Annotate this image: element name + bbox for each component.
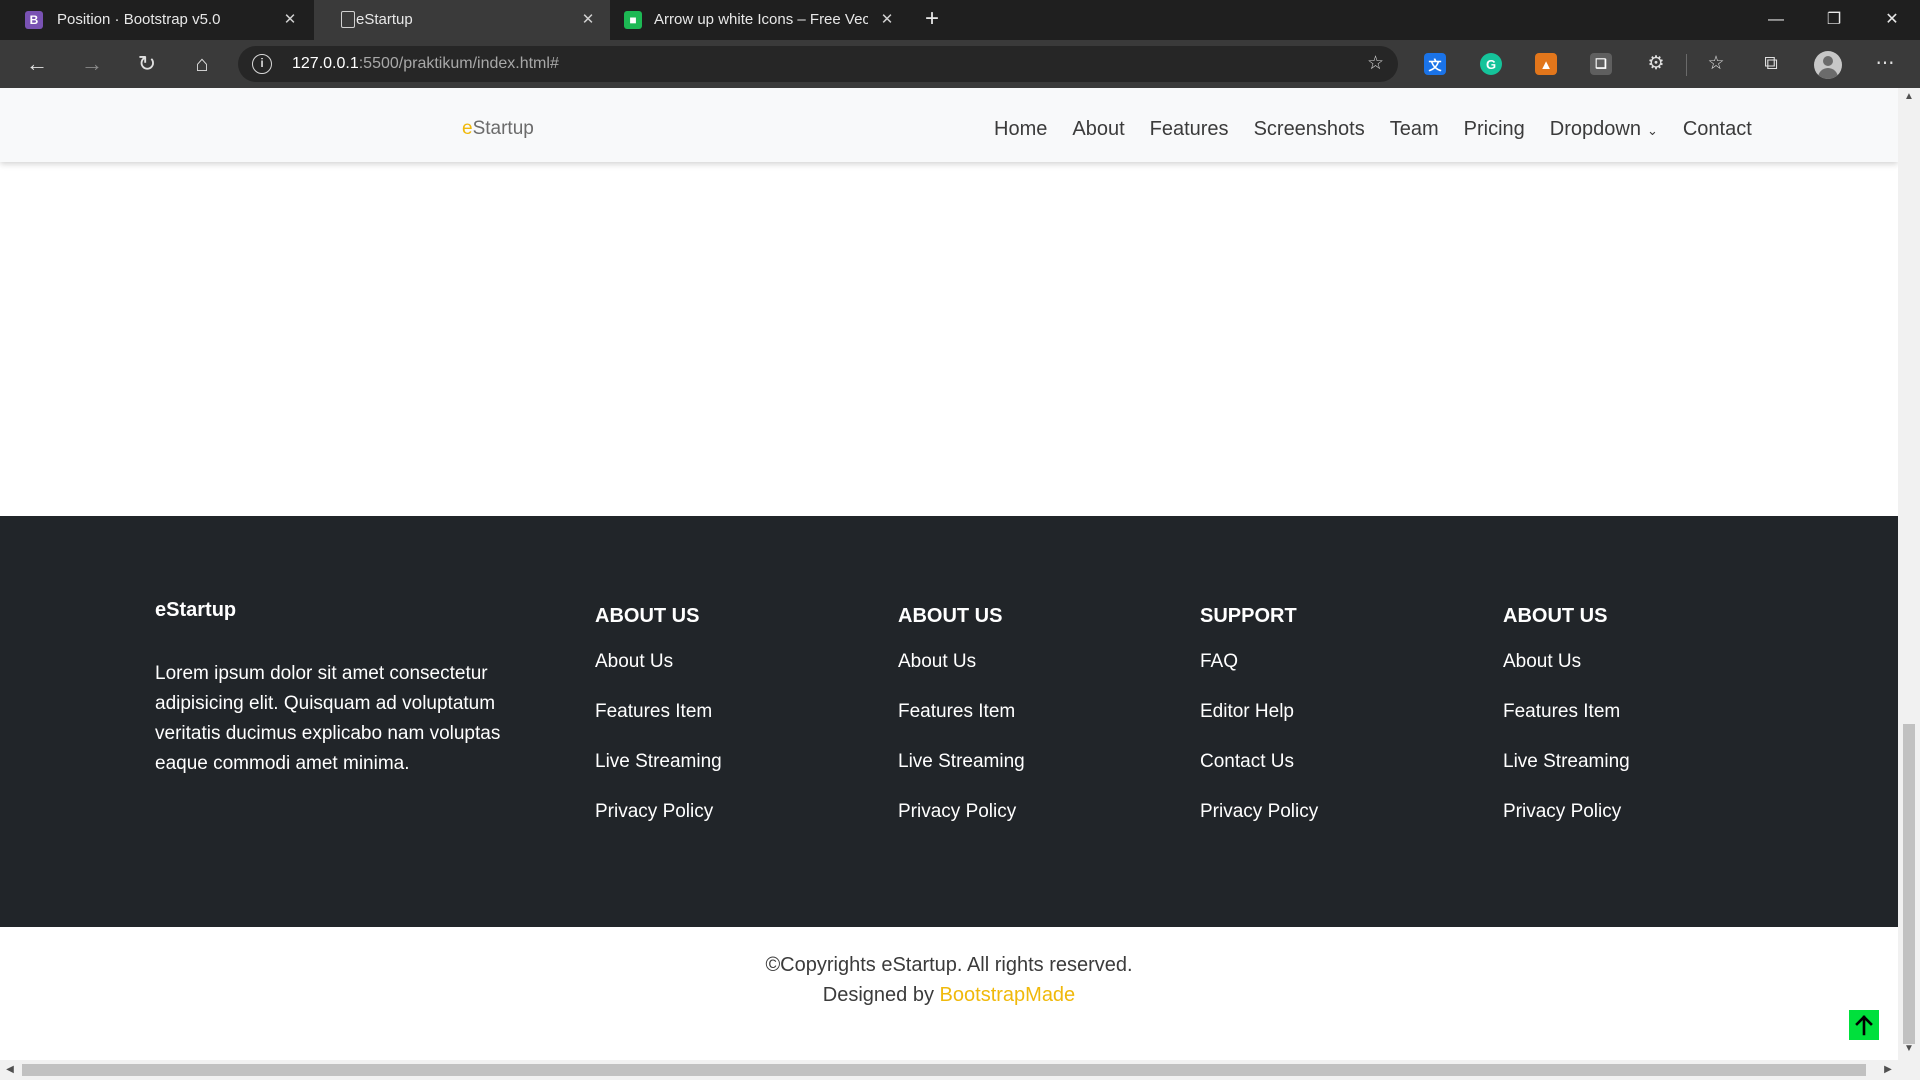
- metamask-icon[interactable]: ▲: [1535, 53, 1557, 75]
- footer-column: ABOUT US About Us Features Item Live Str…: [1503, 605, 1630, 851]
- close-window-icon[interactable]: ✕: [1864, 0, 1920, 40]
- refresh-icon[interactable]: ↻: [132, 50, 162, 78]
- url-text[interactable]: 127.0.0.1:5500/praktikum/index.html#: [292, 55, 559, 73]
- copyright: ©Copyrights eStartup. All rights reserve…: [0, 950, 1898, 1010]
- footer-description: Lorem ipsum dolor sit amet consectetur a…: [155, 663, 501, 774]
- site-logo[interactable]: eStartup: [462, 118, 534, 140]
- scroll-thumb-horizontal[interactable]: [22, 1064, 1866, 1076]
- more-menu-icon[interactable]: ⋯: [1870, 50, 1900, 78]
- copy-icon[interactable]: ❏: [1590, 53, 1612, 75]
- vertical-scrollbar[interactable]: ▲ ▼: [1898, 88, 1920, 1080]
- footer-column: ABOUT US About Us Features Item Live Str…: [595, 605, 722, 851]
- tab-title: eStartup: [356, 11, 413, 28]
- designed-by-label: Designed by: [822, 984, 940, 1006]
- footer-link[interactable]: Privacy Policy: [898, 801, 1025, 824]
- footer-link[interactable]: Live Streaming: [898, 751, 1025, 774]
- grammarly-icon[interactable]: G: [1480, 53, 1502, 75]
- footer-link[interactable]: About Us: [1503, 651, 1630, 674]
- footer-link[interactable]: Editor Help: [1200, 701, 1318, 724]
- logo-text: Startup: [472, 118, 534, 139]
- nav-features[interactable]: Features: [1150, 118, 1229, 141]
- address-bar[interactable]: i 127.0.0.1:5500/praktikum/index.html# ☆: [238, 46, 1398, 82]
- horizontal-scrollbar[interactable]: ◀ ▶: [0, 1060, 1898, 1080]
- nav-about[interactable]: About: [1072, 118, 1124, 141]
- url-host: 127.0.0.1: [292, 55, 359, 72]
- back-to-top-button[interactable]: [1849, 1010, 1879, 1040]
- footer-link[interactable]: Features Item: [1503, 701, 1630, 724]
- back-icon[interactable]: ←: [22, 50, 52, 78]
- forward-icon[interactable]: →: [77, 50, 107, 78]
- footer-link[interactable]: FAQ: [1200, 651, 1318, 674]
- scroll-right-icon[interactable]: ▶: [1878, 1060, 1898, 1080]
- footer-column: ABOUT US About Us Features Item Live Str…: [898, 605, 1025, 851]
- footer-heading: ABOUT US: [898, 605, 1003, 627]
- tab-bootstrap[interactable]: B Position · Bootstrap v5.0 ✕: [0, 0, 312, 40]
- footer-link[interactable]: Privacy Policy: [595, 801, 722, 824]
- favorites-icon[interactable]: ☆: [1701, 50, 1731, 78]
- bootstrap-favicon-icon: B: [25, 11, 43, 29]
- nav-dropdown[interactable]: Dropdown ⌄: [1550, 118, 1658, 141]
- footer-column: SUPPORT FAQ Editor Help Contact Us Priva…: [1200, 605, 1318, 851]
- footer-link[interactable]: About Us: [898, 651, 1025, 674]
- nav-team[interactable]: Team: [1390, 118, 1439, 141]
- collections-icon[interactable]: ⧉: [1756, 50, 1786, 78]
- minimize-icon[interactable]: —: [1748, 0, 1804, 40]
- bootstrapmade-link[interactable]: BootstrapMade: [940, 984, 1076, 1006]
- footer-link[interactable]: Privacy Policy: [1200, 801, 1318, 824]
- tab-title: Position · Bootstrap v5.0: [57, 11, 221, 28]
- tab-title: Arrow up white Icons – Free Vect: [654, 11, 868, 28]
- profile-avatar[interactable]: [1814, 51, 1842, 79]
- home-icon[interactable]: ⌂: [187, 50, 217, 78]
- close-tab-icon[interactable]: ✕: [877, 10, 897, 30]
- scroll-thumb[interactable]: [1903, 724, 1915, 1044]
- arrow-up-icon: [1855, 1015, 1873, 1036]
- designed-by: Designed by BootstrapMade: [0, 980, 1898, 1010]
- footer-heading: ABOUT US: [595, 605, 700, 627]
- nav-home[interactable]: Home: [994, 118, 1047, 141]
- site-info-icon[interactable]: i: [252, 54, 272, 74]
- restore-icon[interactable]: ❐: [1806, 0, 1862, 40]
- footer-heading: SUPPORT: [1200, 605, 1297, 627]
- nav-screenshots[interactable]: Screenshots: [1254, 118, 1365, 141]
- url-path: :5500/praktikum/index.html#: [358, 55, 559, 72]
- site-navbar: eStartup Home About Features Screenshots…: [0, 88, 1898, 162]
- page-favicon-icon: [341, 11, 355, 28]
- browser-window: B Position · Bootstrap v5.0 ✕ eStartup ✕…: [0, 0, 1920, 1080]
- nav-menu: Home About Features Screenshots Team Pri…: [994, 118, 1777, 141]
- footer-link[interactable]: Features Item: [595, 701, 722, 724]
- nav-pricing[interactable]: Pricing: [1464, 118, 1525, 141]
- footer-link[interactable]: Features Item: [898, 701, 1025, 724]
- page-viewport: eStartup Home About Features Screenshots…: [0, 88, 1920, 1080]
- close-tab-icon[interactable]: ✕: [280, 10, 300, 30]
- toolbar-divider: [1686, 54, 1687, 76]
- flaticon-favicon-icon: ■: [624, 11, 642, 29]
- footer-link[interactable]: Live Streaming: [595, 751, 722, 774]
- puzzle-icon[interactable]: ⚙: [1641, 50, 1671, 78]
- dropdown-label: Dropdown: [1549, 118, 1641, 140]
- scroll-left-icon[interactable]: ◀: [0, 1060, 20, 1080]
- tab-strip: B Position · Bootstrap v5.0 ✕ eStartup ✕…: [0, 0, 1920, 40]
- site-footer: eStartup Lorem ipsum dolor sit amet cons…: [0, 516, 1898, 927]
- add-favorite-icon[interactable]: ☆: [1367, 52, 1384, 75]
- browser-toolbar: ← → ↻ ⌂ i 127.0.0.1:5500/praktikum/index…: [0, 40, 1920, 88]
- footer-brand: eStartup: [155, 599, 237, 621]
- scroll-down-icon[interactable]: ▼: [1898, 1040, 1920, 1058]
- copyright-text: ©Copyrights eStartup. All rights reserve…: [765, 954, 1133, 976]
- footer-heading: ABOUT US: [1503, 605, 1608, 627]
- tab-icons[interactable]: ■ Arrow up white Icons – Free Vect ✕: [612, 0, 908, 40]
- new-tab-icon[interactable]: +: [918, 6, 946, 34]
- scroll-up-icon[interactable]: ▲: [1898, 88, 1920, 106]
- logo-accent: e: [462, 118, 473, 139]
- close-tab-icon[interactable]: ✕: [578, 10, 598, 30]
- nav-contact[interactable]: Contact: [1683, 118, 1752, 141]
- translate-icon[interactable]: 文: [1424, 53, 1446, 75]
- footer-link[interactable]: Privacy Policy: [1503, 801, 1630, 824]
- footer-link[interactable]: About Us: [595, 651, 722, 674]
- tab-estartup[interactable]: eStartup ✕: [314, 0, 610, 40]
- footer-link[interactable]: Live Streaming: [1503, 751, 1630, 774]
- footer-link[interactable]: Contact Us: [1200, 751, 1318, 774]
- chevron-down-icon: ⌄: [1646, 123, 1658, 138]
